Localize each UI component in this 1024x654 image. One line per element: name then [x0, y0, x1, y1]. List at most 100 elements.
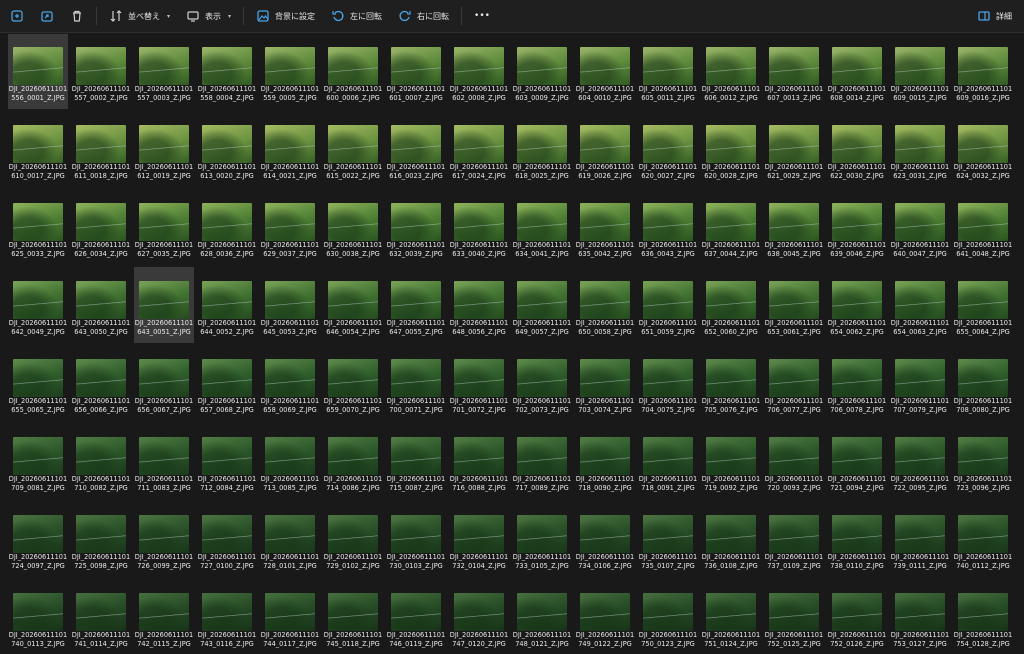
file-thumbnail[interactable]: DJI_20260611101 653_0061_Z.JPG [764, 267, 824, 343]
file-thumbnail[interactable]: DJI_20260611101 749_0122_Z.JPG [575, 579, 635, 654]
file-thumbnail[interactable]: DJI_20260611101 745_0118_Z.JPG [323, 579, 383, 654]
file-thumbnail[interactable]: DJI_20260611101 618_0025_Z.JPG [512, 111, 572, 187]
file-thumbnail[interactable]: DJI_20260611101 720_0093_Z.JPG [764, 423, 824, 499]
file-thumbnail[interactable]: DJI_20260611101 632_0039_Z.JPG [386, 189, 446, 265]
file-thumbnail[interactable]: DJI_20260611101 702_0073_Z.JPG [512, 345, 572, 421]
file-thumbnail[interactable]: DJI_20260611101 633_0040_Z.JPG [449, 189, 509, 265]
file-thumbnail[interactable]: DJI_20260611101 708_0080_Z.JPG [953, 345, 1013, 421]
file-thumbnail[interactable]: DJI_20260611101 705_0076_Z.JPG [701, 345, 761, 421]
file-thumbnail[interactable]: DJI_20260611101 646_0054_Z.JPG [323, 267, 383, 343]
set-background-button[interactable]: 背景に設定 [248, 3, 323, 29]
file-thumbnail[interactable]: DJI_20260611101 704_0075_Z.JPG [638, 345, 698, 421]
file-thumbnail[interactable]: DJI_20260611101 606_0012_Z.JPG [701, 34, 761, 109]
file-thumbnail[interactable]: DJI_20260611101 744_0117_Z.JPG [260, 579, 320, 654]
file-thumbnail[interactable]: DJI_20260611101 659_0070_Z.JPG [323, 345, 383, 421]
file-thumbnail[interactable]: DJI_20260611101 612_0019_Z.JPG [134, 111, 194, 187]
file-thumbnail[interactable]: DJI_20260611101 616_0023_Z.JPG [386, 111, 446, 187]
file-thumbnail[interactable]: DJI_20260611101 743_0116_Z.JPG [197, 579, 257, 654]
file-thumbnail[interactable]: DJI_20260611101 718_0091_Z.JPG [638, 423, 698, 499]
file-thumbnail[interactable]: DJI_20260611101 604_0010_Z.JPG [575, 34, 635, 109]
file-thumbnail[interactable]: DJI_20260611101 734_0106_Z.JPG [575, 501, 635, 577]
file-thumbnail[interactable]: DJI_20260611101 622_0030_Z.JPG [827, 111, 887, 187]
file-thumbnail[interactable]: DJI_20260611101 726_0099_Z.JPG [134, 501, 194, 577]
file-thumbnail[interactable]: DJI_20260611101 737_0109_Z.JPG [764, 501, 824, 577]
file-thumbnail[interactable]: DJI_20260611101 718_0090_Z.JPG [575, 423, 635, 499]
file-thumbnail[interactable]: DJI_20260611101 732_0104_Z.JPG [449, 501, 509, 577]
file-thumbnail[interactable]: DJI_20260611101 748_0121_Z.JPG [512, 579, 572, 654]
file-thumbnail[interactable]: DJI_20260611101 723_0096_Z.JPG [953, 423, 1013, 499]
file-thumbnail[interactable]: DJI_20260611101 558_0004_Z.JPG [197, 34, 257, 109]
rotate-right-button[interactable]: 右に回転 [390, 3, 457, 29]
file-thumbnail[interactable]: DJI_20260611101 740_0112_Z.JPG [953, 501, 1013, 577]
file-thumbnail[interactable]: DJI_20260611101 626_0034_Z.JPG [71, 189, 131, 265]
file-thumbnail[interactable]: DJI_20260611101 621_0029_Z.JPG [764, 111, 824, 187]
file-thumbnail[interactable]: DJI_20260611101 747_0120_Z.JPG [449, 579, 509, 654]
file-thumbnail[interactable]: DJI_20260611101 707_0079_Z.JPG [890, 345, 950, 421]
file-thumbnail[interactable]: DJI_20260611101 700_0071_Z.JPG [386, 345, 446, 421]
file-thumbnail[interactable]: DJI_20260611101 642_0049_Z.JPG [8, 267, 68, 343]
file-thumbnail[interactable]: DJI_20260611101 716_0088_Z.JPG [449, 423, 509, 499]
file-thumbnail[interactable]: DJI_20260611101 712_0084_Z.JPG [197, 423, 257, 499]
file-thumbnail[interactable]: DJI_20260611101 629_0037_Z.JPG [260, 189, 320, 265]
details-button[interactable]: 詳細 [969, 3, 1020, 29]
file-thumbnail[interactable]: DJI_20260611101 634_0041_Z.JPG [512, 189, 572, 265]
file-thumbnail[interactable]: DJI_20260611101 627_0035_Z.JPG [134, 189, 194, 265]
file-thumbnail[interactable]: DJI_20260611101 637_0044_Z.JPG [701, 189, 761, 265]
file-thumbnail[interactable]: DJI_20260611101 730_0103_Z.JPG [386, 501, 446, 577]
file-thumbnail[interactable]: DJI_20260611101 614_0021_Z.JPG [260, 111, 320, 187]
file-thumbnail[interactable]: DJI_20260611101 750_0123_Z.JPG [638, 579, 698, 654]
file-thumbnail[interactable]: DJI_20260611101 644_0052_Z.JPG [197, 267, 257, 343]
file-thumbnail[interactable]: DJI_20260611101 656_0066_Z.JPG [71, 345, 131, 421]
delete-button[interactable] [62, 3, 92, 29]
file-thumbnail[interactable]: DJI_20260611101 752_0125_Z.JPG [764, 579, 824, 654]
file-thumbnail[interactable]: DJI_20260611101 557_0003_Z.JPG [134, 34, 194, 109]
file-thumbnail[interactable]: DJI_20260611101 615_0022_Z.JPG [323, 111, 383, 187]
file-thumbnail[interactable]: DJI_20260611101 608_0014_Z.JPG [827, 34, 887, 109]
file-thumbnail[interactable]: DJI_20260611101 603_0009_Z.JPG [512, 34, 572, 109]
file-thumbnail[interactable]: DJI_20260611101 643_0050_Z.JPG [71, 267, 131, 343]
file-thumbnail[interactable]: DJI_20260611101 559_0005_Z.JPG [260, 34, 320, 109]
file-thumbnail[interactable]: DJI_20260611101 657_0068_Z.JPG [197, 345, 257, 421]
file-thumbnail[interactable]: DJI_20260611101 635_0042_Z.JPG [575, 189, 635, 265]
file-thumbnail[interactable]: DJI_20260611101 651_0059_Z.JPG [638, 267, 698, 343]
file-thumbnail[interactable]: DJI_20260611101 703_0074_Z.JPG [575, 345, 635, 421]
file-thumbnail[interactable]: DJI_20260611101 556_0001_Z.JPG [8, 34, 68, 109]
file-thumbnail[interactable]: DJI_20260611101 639_0046_Z.JPG [827, 189, 887, 265]
file-thumbnail[interactable]: DJI_20260611101 600_0006_Z.JPG [323, 34, 383, 109]
file-thumbnail[interactable]: DJI_20260611101 649_0057_Z.JPG [512, 267, 572, 343]
file-thumbnail[interactable]: DJI_20260611101 628_0036_Z.JPG [197, 189, 257, 265]
file-thumbnail[interactable]: DJI_20260611101 739_0111_Z.JPG [890, 501, 950, 577]
file-thumbnail[interactable]: DJI_20260611101 709_0081_Z.JPG [8, 423, 68, 499]
file-thumbnail[interactable]: DJI_20260611101 557_0002_Z.JPG [71, 34, 131, 109]
file-thumbnail[interactable]: DJI_20260611101 742_0115_Z.JPG [134, 579, 194, 654]
rotate-left-button[interactable]: 左に回転 [323, 3, 390, 29]
file-thumbnail[interactable]: DJI_20260611101 713_0085_Z.JPG [260, 423, 320, 499]
file-thumbnail[interactable]: DJI_20260611101 724_0097_Z.JPG [8, 501, 68, 577]
file-thumbnail[interactable]: DJI_20260611101 655_0065_Z.JPG [8, 345, 68, 421]
file-thumbnail[interactable]: DJI_20260611101 652_0060_Z.JPG [701, 267, 761, 343]
file-thumbnail[interactable]: DJI_20260611101 638_0045_Z.JPG [764, 189, 824, 265]
file-thumbnail[interactable]: DJI_20260611101 620_0027_Z.JPG [638, 111, 698, 187]
file-thumbnail[interactable]: DJI_20260611101 602_0008_Z.JPG [449, 34, 509, 109]
file-thumbnail[interactable]: DJI_20260611101 619_0026_Z.JPG [575, 111, 635, 187]
file-thumbnail[interactable]: DJI_20260611101 624_0032_Z.JPG [953, 111, 1013, 187]
file-thumbnail[interactable]: DJI_20260611101 706_0078_Z.JPG [827, 345, 887, 421]
file-thumbnail[interactable]: DJI_20260611101 601_0007_Z.JPG [386, 34, 446, 109]
file-thumbnail[interactable]: DJI_20260611101 733_0105_Z.JPG [512, 501, 572, 577]
more-options-button[interactable]: ••• [466, 3, 498, 29]
copy-button[interactable] [2, 3, 32, 29]
file-thumbnail[interactable]: DJI_20260611101 715_0087_Z.JPG [386, 423, 446, 499]
file-thumbnail[interactable]: DJI_20260611101 746_0119_Z.JPG [386, 579, 446, 654]
file-thumbnail[interactable]: DJI_20260611101 645_0053_Z.JPG [260, 267, 320, 343]
file-thumbnail[interactable]: DJI_20260611101 636_0043_Z.JPG [638, 189, 698, 265]
file-thumbnail[interactable]: DJI_20260611101 630_0038_Z.JPG [323, 189, 383, 265]
file-thumbnail[interactable]: DJI_20260611101 751_0124_Z.JPG [701, 579, 761, 654]
file-thumbnail[interactable]: DJI_20260611101 728_0101_Z.JPG [260, 501, 320, 577]
file-thumbnail[interactable]: DJI_20260611101 658_0069_Z.JPG [260, 345, 320, 421]
view-button[interactable]: 表示 ▾ [178, 3, 239, 29]
file-thumbnail[interactable]: DJI_20260611101 650_0058_Z.JPG [575, 267, 635, 343]
file-thumbnail[interactable]: DJI_20260611101 623_0031_Z.JPG [890, 111, 950, 187]
file-thumbnail[interactable]: DJI_20260611101 714_0086_Z.JPG [323, 423, 383, 499]
file-thumbnail[interactable]: DJI_20260611101 609_0015_Z.JPG [890, 34, 950, 109]
file-thumbnail[interactable]: DJI_20260611101 710_0082_Z.JPG [71, 423, 131, 499]
